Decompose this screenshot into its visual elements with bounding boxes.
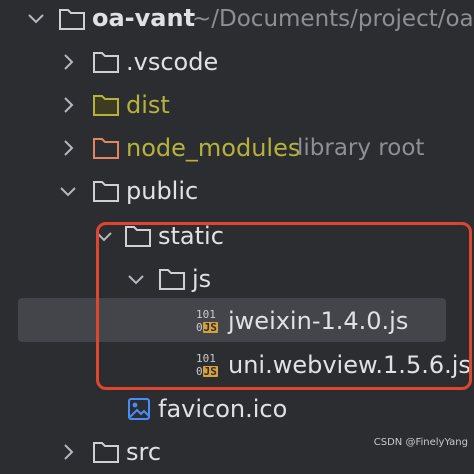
excluded-folder-icon xyxy=(92,92,120,118)
chevron-right-icon[interactable] xyxy=(58,95,78,115)
folder-icon xyxy=(92,178,120,204)
tree-item-favicon[interactable]: favicon.ico xyxy=(0,389,474,431)
folder-name: .vscode xyxy=(126,48,219,76)
tree-item-dist[interactable]: dist xyxy=(0,85,474,127)
chevron-right-icon[interactable] xyxy=(58,138,78,158)
folder-name: public xyxy=(126,177,199,205)
folder-icon xyxy=(92,439,120,465)
file-name: favicon.ico xyxy=(158,395,288,423)
folder-name: src xyxy=(126,438,162,466)
chevron-down-icon[interactable] xyxy=(58,181,78,201)
tree-item-node-modules[interactable]: node_modules library root xyxy=(0,128,474,170)
chevron-right-icon[interactable] xyxy=(58,52,78,72)
folder-name: node_modules xyxy=(126,134,301,162)
chevron-down-icon[interactable] xyxy=(26,8,46,28)
tree-item-vscode[interactable]: .vscode xyxy=(0,42,474,84)
tree-item-public[interactable]: public xyxy=(0,171,474,213)
project-tree: oa-vant ~/Documents/project/oa- .vscode … xyxy=(0,0,474,466)
chevron-right-icon[interactable] xyxy=(58,442,78,462)
tree-item-root[interactable]: oa-vant ~/Documents/project/oa- xyxy=(0,0,474,42)
annotation-highlight-box xyxy=(96,222,472,390)
library-folder-icon xyxy=(92,135,120,161)
watermark: CSDN @FinelyYang xyxy=(373,437,468,448)
library-root-label: library root xyxy=(297,135,425,161)
folder-icon xyxy=(92,49,120,75)
folder-icon xyxy=(58,6,86,32)
root-folder-name: oa-vant xyxy=(92,4,196,32)
root-folder-path: ~/Documents/project/oa- xyxy=(192,6,474,32)
folder-name: dist xyxy=(126,91,170,119)
image-file-icon xyxy=(126,397,154,423)
